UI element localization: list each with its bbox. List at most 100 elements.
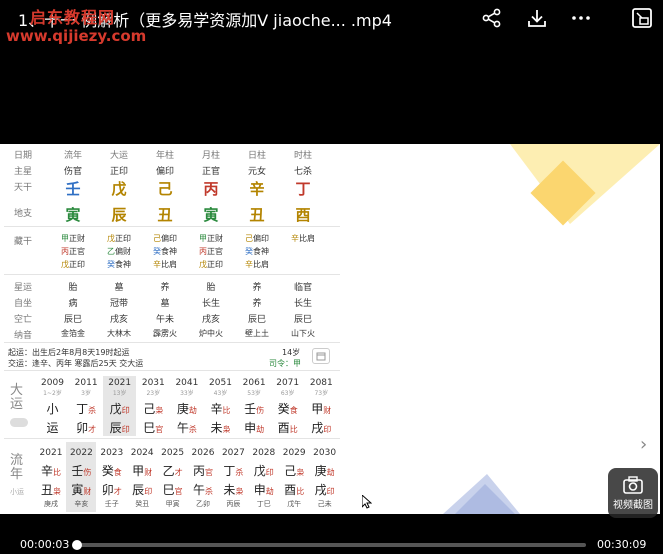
- dayun-year: 2061: [242, 378, 266, 388]
- liunian-item[interactable]: 2026 丙官 午杀 乙卯: [188, 442, 218, 512]
- dayun-age: 3岁: [81, 390, 91, 397]
- pillar-nayin: 壁上土: [245, 329, 269, 338]
- watermark-url: www.qijiezy.com: [6, 27, 147, 45]
- progress-track[interactable]: [76, 543, 586, 547]
- hidden-stem: 辛比肩: [142, 258, 188, 271]
- dayun-item[interactable]: 2061 53岁 壬伤 申劫: [238, 376, 271, 436]
- liunian-zhi-row: 寅财: [66, 479, 96, 498]
- liunian-item[interactable]: 2028 戊印 申劫 丁巳: [249, 442, 279, 512]
- dayun-year: 2031: [141, 378, 165, 388]
- pillar-hidden: 戊正印 乙偏财 癸食神: [96, 232, 142, 271]
- liunian-item[interactable]: 2025 乙才 巳官 甲寅: [158, 442, 188, 512]
- dayun-item[interactable]: 2051 43岁 辛比 未枭: [204, 376, 237, 436]
- dayun-zhi: 戌: [311, 421, 324, 435]
- dayun-gan: 庚: [176, 402, 189, 416]
- hidden-stem: 戊正印: [188, 258, 234, 271]
- download-icon[interactable]: [526, 7, 548, 29]
- liunian-year: 2028: [252, 448, 276, 458]
- liunian-year: 2021: [39, 448, 63, 458]
- dayun-toggle[interactable]: [10, 418, 28, 427]
- progress-knob[interactable]: [72, 540, 83, 550]
- dayun-gan: 癸: [277, 402, 290, 416]
- dayun-gan-row: 癸食: [271, 398, 304, 417]
- liunian-year: 2026: [191, 448, 215, 458]
- label-riqi: 日期: [14, 151, 33, 161]
- liunian-item[interactable]: 2023 癸食 卯才 壬子: [97, 442, 127, 512]
- hidden-stem: 己偏印: [142, 232, 188, 245]
- liunian-gan-god: 才: [174, 468, 183, 477]
- liunian-year: 2030: [313, 448, 337, 458]
- dayun-gan-row: 庚劫: [170, 398, 203, 417]
- dayun-gan: 壬: [244, 402, 257, 416]
- screenshot-button[interactable]: 视频截图: [608, 468, 658, 518]
- dayun-zhi-row: 戌印: [305, 417, 338, 436]
- pillar-head: 时柱: [293, 151, 312, 161]
- liunian-item[interactable]: 2029 己枭 酉比 戊午: [279, 442, 309, 512]
- more-icon[interactable]: [570, 7, 592, 29]
- pillar-star: 七杀: [293, 167, 312, 177]
- next-chevron-icon[interactable]: ›: [640, 434, 647, 455]
- qiyun-line1: 起运：出生后2年8月8天19时起运: [8, 348, 130, 357]
- liunian-zhi: 丑: [40, 483, 53, 497]
- pillar-hidden: 己偏印 癸食神 辛比肩: [234, 232, 280, 271]
- liunian-zhi-row: 丑枭: [36, 479, 66, 498]
- pillar-zhi: 寅: [65, 206, 81, 224]
- pillar-xingyun: 墓: [114, 283, 124, 293]
- dayun-age: 23岁: [146, 390, 161, 397]
- liunian-zhi-god: 劫: [265, 487, 274, 496]
- dayun-zhi: 运: [46, 421, 59, 435]
- dayun-age: 13岁: [112, 390, 127, 397]
- pillar-zizuo: 墓: [160, 299, 170, 309]
- dayun-gan: 辛: [210, 402, 223, 416]
- liunian-zhi: 辰: [132, 483, 145, 497]
- pillar-nayin: 炉中火: [199, 329, 223, 338]
- dayun-item[interactable]: 2041 33岁 庚劫 午杀: [170, 376, 203, 436]
- liunian-item[interactable]: 2022 壬伤 寅财 辛亥: [66, 442, 97, 512]
- hidden-stem-god: 偏印: [161, 234, 177, 243]
- liunian-gan-god: 财: [144, 468, 153, 477]
- hidden-stem: 戊正印: [96, 232, 142, 245]
- video-frame[interactable]: 日期 主星 天干 地支 藏干 星运 自坐 空亡 纳音 流年 伤官壬寅甲正财 丙正官戊…: [0, 144, 660, 514]
- dayun-item[interactable]: 2071 63岁 癸食 酉比: [271, 376, 304, 436]
- liunian-zhi-row: 卯才: [97, 479, 127, 498]
- pillar-hidden: 甲正财 丙正官 戊正印: [188, 232, 234, 271]
- hidden-stem: 癸食神: [234, 245, 280, 258]
- liunian-gan: 壬: [71, 464, 84, 478]
- share-icon[interactable]: [481, 7, 503, 29]
- dayun-year: 2041: [175, 378, 199, 388]
- pillar-kong: 戌亥: [201, 315, 220, 325]
- liunian-item[interactable]: 2030 庚劫 戌印 己未: [310, 442, 340, 512]
- dayun-item[interactable]: 2081 73岁 甲财 戌印: [305, 376, 338, 436]
- pip-icon[interactable]: [631, 7, 653, 29]
- dayun-item[interactable]: 2021 13岁 戊印 辰印: [103, 376, 137, 436]
- pillar-hidden: 己偏印 癸食神 辛比肩: [142, 232, 188, 271]
- liunian-gan: 己: [284, 464, 297, 478]
- liunian-item[interactable]: 2027 丁杀 未枭 丙辰: [218, 442, 248, 512]
- pillar-kong: 辰巳: [247, 315, 266, 325]
- pillar-gan: 己: [157, 180, 173, 198]
- hidden-stem: 辛比肩: [280, 232, 326, 245]
- hidden-stem-gan: 己: [153, 234, 161, 243]
- liunian-xiaoyun: 甲寅: [165, 500, 180, 508]
- dayun-label: 大运: [10, 383, 24, 412]
- liunian-year: 2023: [100, 448, 124, 458]
- liunian-zhi-god: 比: [296, 487, 305, 496]
- label-tiangan: 天干: [14, 183, 33, 193]
- liunian-item[interactable]: 2021 辛比 丑枭 庚戌: [36, 442, 66, 512]
- dayun-year: 2009: [41, 378, 64, 388]
- dayun-item[interactable]: 2009 1~2岁小运: [36, 376, 69, 436]
- hidden-stem: 丙正官: [50, 245, 96, 258]
- dayun-item[interactable]: 2011 3岁 丁杀 卯才: [70, 376, 103, 436]
- dayun-gan-god: 伤: [256, 406, 265, 415]
- dayun-item[interactable]: 2031 23岁 己枭 巳官: [137, 376, 170, 436]
- pillar-hidden: 辛比肩: [280, 232, 326, 245]
- liunian-item[interactable]: 2024 甲财 辰印 癸丑: [127, 442, 157, 512]
- age-label: 14岁: [282, 348, 301, 357]
- liunian-gan: 辛: [40, 464, 53, 478]
- calendar-icon[interactable]: [312, 348, 330, 364]
- hidden-stem: 甲正财: [188, 232, 234, 245]
- liunian-xiaoyun: 辛亥: [74, 500, 89, 508]
- screenshot-label: 视频截图: [613, 499, 653, 511]
- liunian-zhi-god: 枭: [235, 487, 244, 496]
- dayun-gan-god: 劫: [188, 406, 197, 415]
